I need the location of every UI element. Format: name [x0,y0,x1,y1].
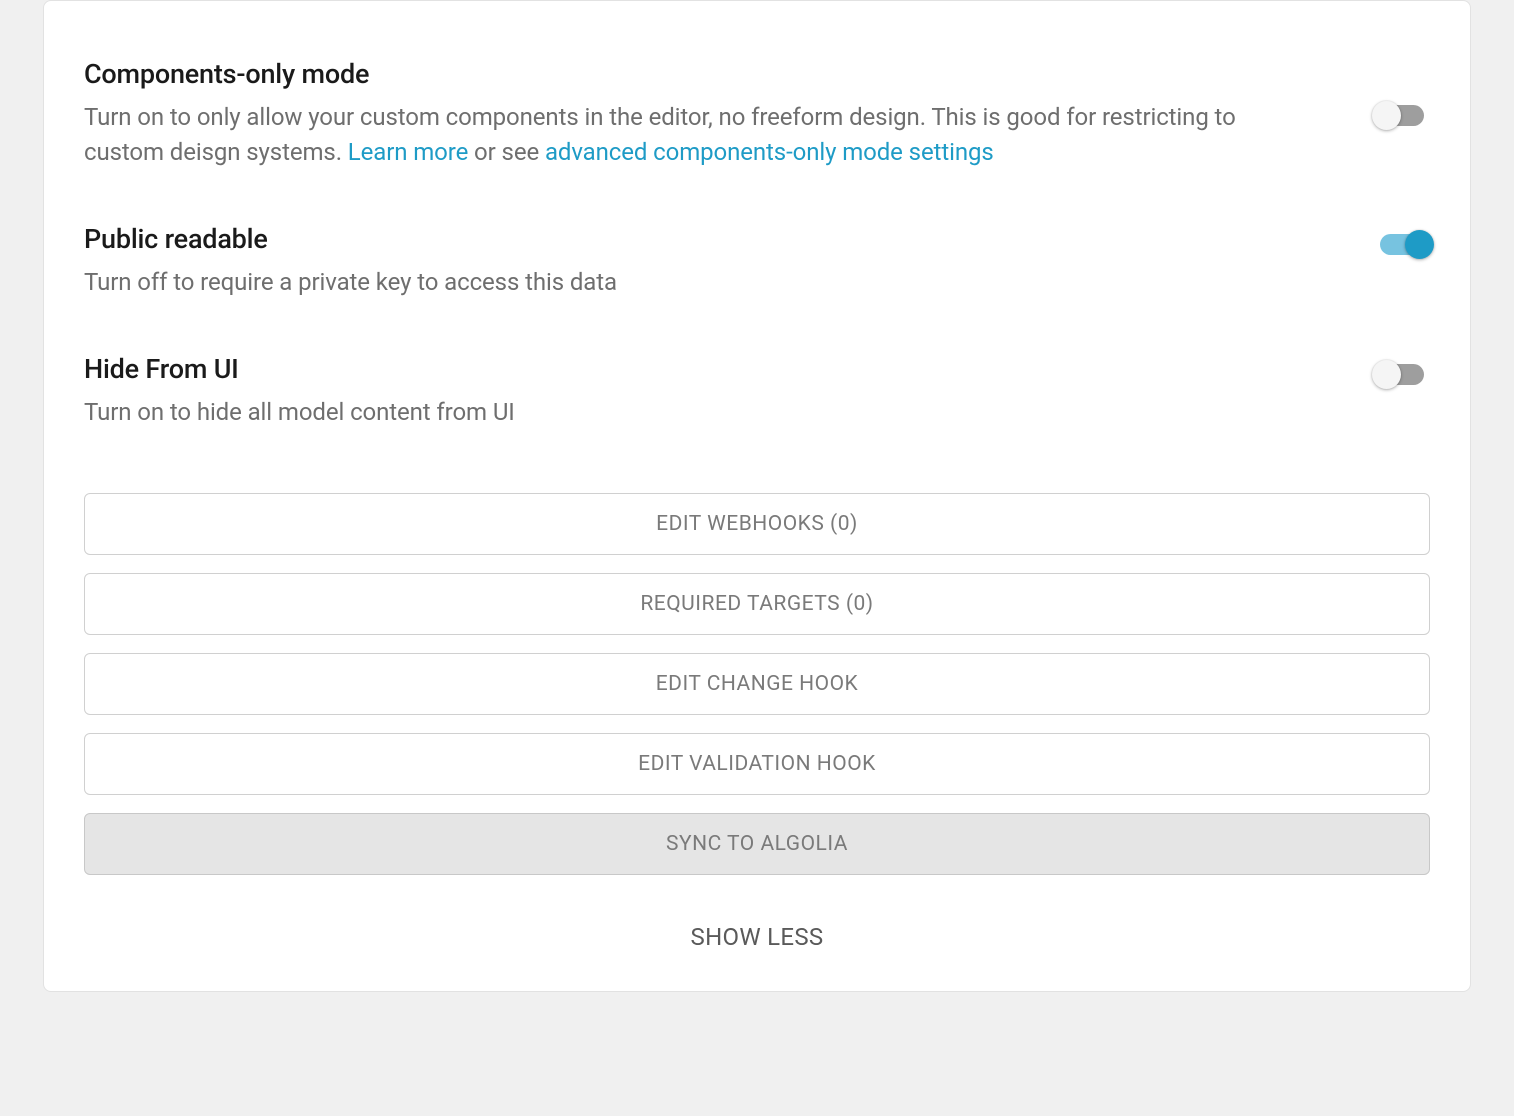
desc-or-see: or see [468,138,545,166]
setting-description: Turn on to hide all model content from U… [84,395,1312,430]
setting-public-readable: Public readable Turn off to require a pr… [84,222,1430,300]
setting-hide-from-ui: Hide From UI Turn on to hide all model c… [84,352,1430,430]
setting-description: Turn on to only allow your custom compon… [84,100,1312,170]
action-button-stack: EDIT WEBHOOKS (0) REQUIRED TARGETS (0) E… [84,493,1430,875]
required-targets-button[interactable]: REQUIRED TARGETS (0) [84,573,1430,635]
advanced-settings-link[interactable]: advanced components-only mode settings [545,138,994,166]
setting-title: Hide From UI [84,352,1312,387]
settings-card: Components-only mode Turn on to only all… [43,0,1471,992]
public-readable-toggle[interactable] [1372,234,1430,258]
toggle-thumb [1372,360,1401,389]
edit-validation-hook-button[interactable]: EDIT VALIDATION HOOK [84,733,1430,795]
show-less-button[interactable]: SHOW LESS [84,923,1430,951]
setting-text-block: Hide From UI Turn on to hide all model c… [84,352,1372,430]
components-only-toggle[interactable] [1372,105,1430,129]
setting-title: Components-only mode [84,57,1312,92]
edit-change-hook-button[interactable]: EDIT CHANGE HOOK [84,653,1430,715]
toggle-thumb [1372,101,1401,130]
setting-text-block: Components-only mode Turn on to only all… [84,57,1372,170]
setting-description: Turn off to require a private key to acc… [84,265,1312,300]
setting-text-block: Public readable Turn off to require a pr… [84,222,1372,300]
hide-from-ui-toggle[interactable] [1372,364,1430,388]
setting-components-only: Components-only mode Turn on to only all… [84,57,1430,170]
learn-more-link[interactable]: Learn more [348,138,468,166]
toggle-thumb [1405,230,1434,259]
sync-to-algolia-button[interactable]: SYNC TO ALGOLIA [84,813,1430,875]
setting-title: Public readable [84,222,1312,257]
edit-webhooks-button[interactable]: EDIT WEBHOOKS (0) [84,493,1430,555]
